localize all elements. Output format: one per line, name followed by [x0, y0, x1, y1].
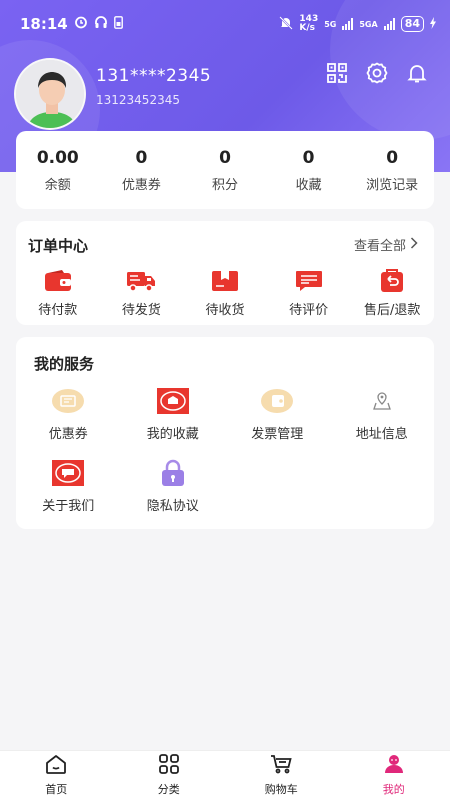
invoice-icon [261, 387, 294, 415]
username: 131****2345 [96, 66, 212, 86]
box-icon [210, 269, 240, 293]
bottom-nav: 首页 分类 购物车 我的 [0, 750, 450, 800]
stat-label: 余额 [44, 177, 71, 193]
services-card: 我的服务 优惠券 我的收藏 发票管理 地址信息 关于我们 隐私协议 [16, 337, 434, 529]
service-privacy[interactable]: 隐私协议 [121, 459, 226, 519]
view-all-label: 查看全部 [353, 239, 406, 254]
category-icon [158, 754, 179, 778]
bell-icon[interactable] [406, 62, 428, 84]
order-label: 待收货 [205, 303, 245, 318]
order-center-title: 订单中心 [28, 237, 89, 255]
stat-value: 0.00 [36, 147, 79, 168]
service-label: 地址信息 [355, 427, 408, 442]
stat-label: 收藏 [295, 177, 322, 193]
gear-icon[interactable] [366, 62, 388, 84]
service-label: 我的收藏 [146, 427, 199, 442]
nav-label: 首页 [45, 783, 68, 796]
stat-value: 0 [302, 147, 315, 168]
stat-points[interactable]: 0 积分 [183, 131, 267, 209]
order-after-sales[interactable]: 售后/退款 [350, 269, 434, 318]
wallet-icon [43, 269, 73, 293]
home-icon [45, 754, 67, 778]
order-center-card: 订单中心 查看全部 待付款 待发货 待收货 待评价 售后/退款 [16, 221, 434, 325]
order-pending-receipt[interactable]: 待收货 [183, 269, 267, 318]
nav-profile[interactable]: 我的 [338, 751, 450, 800]
stat-favorites[interactable]: 0 收藏 [267, 131, 351, 209]
location-icon [366, 387, 398, 415]
order-pending-payment[interactable]: 待付款 [16, 269, 100, 318]
stat-balance[interactable]: 0.00 余额 [16, 131, 100, 209]
charging-icon [430, 16, 436, 32]
nav-category[interactable]: 分类 [113, 751, 226, 800]
nav-label: 分类 [157, 783, 180, 796]
cart-icon [270, 754, 292, 778]
service-coupons[interactable]: 优惠券 [16, 387, 121, 447]
stat-coupons[interactable]: 0 优惠券 [100, 131, 184, 209]
service-label: 优惠券 [48, 427, 88, 442]
service-address[interactable]: 地址信息 [330, 387, 435, 447]
order-pending-shipment[interactable]: 待发货 [100, 269, 184, 318]
status-bar: 18:14 143 K/s 5G 5GA 84 [0, 0, 450, 48]
stats-card: 0.00 余额 0 优惠券 0 积分 0 收藏 0 浏览记录 [16, 131, 434, 209]
order-label: 待付款 [38, 303, 78, 318]
alarm-icon [74, 15, 88, 33]
stat-value: 0 [219, 147, 231, 168]
service-about[interactable]: 关于我们 [16, 459, 121, 519]
nav-cart[interactable]: 购物车 [225, 751, 338, 800]
chevron-right-icon [410, 236, 418, 253]
comment-icon [294, 269, 324, 293]
sim-icon [113, 15, 123, 33]
order-label: 待评价 [289, 303, 329, 318]
service-label: 隐私协议 [146, 499, 199, 514]
view-all-orders-link[interactable]: 查看全部 [354, 235, 418, 254]
nav-label: 我的 [382, 783, 405, 796]
profile-icon [384, 754, 404, 778]
service-label: 发票管理 [251, 427, 304, 442]
mute-icon [279, 15, 294, 33]
headphones-icon [94, 15, 108, 33]
services-title: 我的服务 [34, 355, 95, 373]
stat-label: 积分 [211, 177, 238, 193]
service-invoices[interactable]: 发票管理 [225, 387, 330, 447]
favorite-icon [156, 387, 189, 415]
network-label-1: 5G [324, 19, 337, 29]
nav-home[interactable]: 首页 [0, 751, 113, 800]
lock-icon [157, 459, 189, 487]
order-label: 待发货 [121, 303, 161, 318]
stat-history[interactable]: 0 浏览记录 [350, 131, 434, 209]
coupon-icon [52, 387, 85, 415]
about-icon [52, 459, 85, 487]
stat-label: 浏览记录 [366, 177, 419, 193]
stat-value: 0 [135, 147, 148, 168]
net-speed: 143 K/s [299, 14, 319, 33]
stat-label: 优惠券 [121, 177, 161, 193]
battery-indicator: 84 [400, 16, 424, 32]
service-favorites[interactable]: 我的收藏 [121, 387, 226, 447]
qr-code-icon[interactable] [326, 62, 348, 84]
nav-label: 购物车 [264, 783, 298, 796]
signal-icon-2 [383, 18, 395, 30]
header-actions [326, 62, 428, 84]
network-label-2: 5GA [359, 19, 378, 29]
service-label: 关于我们 [42, 499, 95, 514]
avatar[interactable] [14, 58, 86, 130]
status-time: 18:14 [20, 15, 68, 33]
refund-icon [377, 269, 407, 293]
truck-icon [126, 269, 156, 293]
stat-value: 0 [386, 147, 399, 168]
phone-number: 13123452345 [96, 93, 180, 107]
order-label: 售后/退款 [363, 303, 421, 318]
order-pending-review[interactable]: 待评价 [267, 269, 351, 318]
signal-icon [342, 18, 354, 30]
